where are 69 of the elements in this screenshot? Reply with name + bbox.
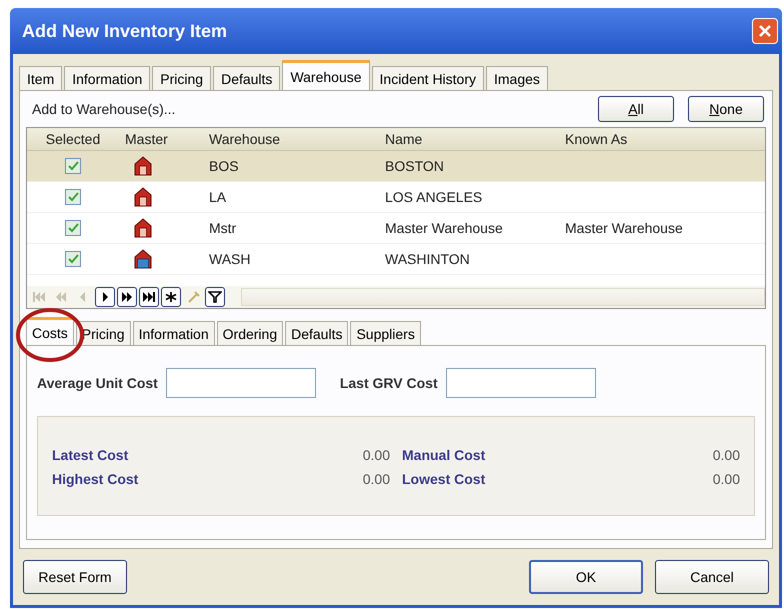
tab[interactable]: Images xyxy=(486,66,548,90)
tab[interactable]: Warehouse xyxy=(282,60,370,90)
tab[interactable]: Ordering xyxy=(216,321,284,345)
table-cell-text: Master Warehouse xyxy=(564,219,684,238)
grid-row[interactable]: WASH WASHINTON xyxy=(27,244,765,275)
nav-last-button[interactable] xyxy=(139,287,159,307)
window-title: Add New Inventory Item xyxy=(22,20,228,42)
column-header[interactable]: Known As xyxy=(559,128,765,150)
select-none-button[interactable]: None xyxy=(688,96,764,122)
skip-last-icon xyxy=(142,291,156,303)
filter-icon xyxy=(208,291,222,303)
cost-value: 0.00 xyxy=(362,447,390,463)
cost-value: 0.00 xyxy=(712,447,740,463)
column-header[interactable]: Name xyxy=(379,128,559,150)
toolbar-label: Add to Warehouse(s)... xyxy=(32,101,176,117)
checkbox[interactable] xyxy=(65,189,81,205)
cost-label: Latest Cost xyxy=(52,447,128,463)
table-cell-text: BOS xyxy=(208,157,240,176)
checkbox[interactable] xyxy=(65,220,81,236)
tab[interactable]: Item xyxy=(19,66,62,90)
field-label: Average Unit Cost xyxy=(37,375,158,391)
skip-first-icon xyxy=(32,291,46,303)
cost-value: 0.00 xyxy=(712,471,740,487)
cost-value: 0.00 xyxy=(362,471,390,487)
double-right-arrow-icon xyxy=(120,291,134,303)
close-button[interactable] xyxy=(752,18,778,44)
checkbox[interactable] xyxy=(65,158,81,174)
asterisk-icon xyxy=(164,291,178,303)
table-cell-text: WASHINTON xyxy=(384,250,471,269)
table-cell-text: LA xyxy=(208,188,228,207)
nav-next-page-button[interactable] xyxy=(117,287,137,307)
column-header[interactable]: Warehouse xyxy=(203,128,379,150)
nav-next-button[interactable] xyxy=(95,287,115,307)
table-cell-text: WASH xyxy=(208,250,252,269)
column-header[interactable]: Selected xyxy=(27,128,119,150)
input-field[interactable] xyxy=(446,368,596,398)
nav-new-button[interactable] xyxy=(161,287,181,307)
table-cell-text: LOS ANGELES xyxy=(384,188,484,207)
checkbox[interactable] xyxy=(65,251,81,267)
cost-label: Lowest Cost xyxy=(402,471,486,487)
grid-row[interactable]: Mstr Master Warehouse Master Warehouse xyxy=(27,213,765,244)
tab[interactable]: Information xyxy=(64,66,150,90)
pencil-icon xyxy=(186,291,200,303)
double-left-arrow-icon xyxy=(54,291,68,303)
grid-row[interactable]: BOS BOSTON xyxy=(27,151,765,182)
tab[interactable]: Pricing xyxy=(152,66,212,90)
reset-form-button[interactable]: Reset Form xyxy=(23,560,127,594)
tab[interactable]: Incident History xyxy=(372,66,484,90)
select-all-button[interactable]: All xyxy=(598,96,674,122)
highlight-ellipse xyxy=(16,308,84,362)
table-cell-text: Master Warehouse xyxy=(384,219,504,238)
horizontal-scrollbar[interactable] xyxy=(241,288,765,306)
close-icon xyxy=(758,24,772,38)
column-header[interactable]: Master xyxy=(119,128,203,150)
cost-label: Highest Cost xyxy=(52,471,138,487)
grid-row[interactable]: LA LOS ANGELES xyxy=(27,182,765,213)
tab[interactable]: Defaults xyxy=(285,321,348,345)
nav-filter-button[interactable] xyxy=(205,287,225,307)
cost-label: Manual Cost xyxy=(402,447,486,463)
ok-button[interactable]: OK xyxy=(529,560,643,594)
input-field[interactable] xyxy=(166,368,316,398)
tab[interactable]: Suppliers xyxy=(350,321,421,345)
table-cell-text: BOSTON xyxy=(384,157,445,176)
cancel-button[interactable]: Cancel xyxy=(655,560,769,594)
tab[interactable]: Costs xyxy=(26,317,74,345)
field-label: Last GRV Cost xyxy=(340,375,438,391)
tab[interactable]: Information xyxy=(132,321,215,345)
table-cell-text: Mstr xyxy=(208,219,238,238)
tab[interactable]: Defaults xyxy=(213,66,280,90)
